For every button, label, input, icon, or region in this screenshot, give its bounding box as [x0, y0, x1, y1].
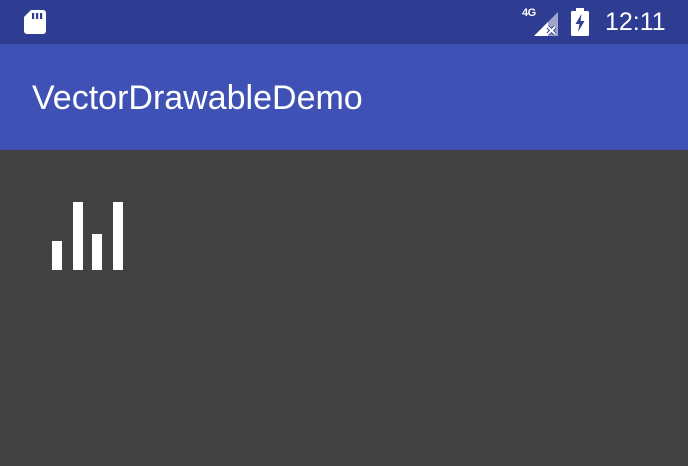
signal-bar-2 — [73, 202, 83, 270]
signal-strength-bars-icon[interactable] — [52, 202, 124, 270]
signal-triangle-icon — [534, 12, 558, 36]
main-content — [0, 150, 688, 466]
cellular-signal-icon: 4G — [522, 6, 560, 38]
signal-bar-3 — [92, 234, 102, 270]
status-clock: 12:11 — [605, 8, 666, 36]
signal-bar-4 — [113, 202, 123, 270]
app-title: VectorDrawableDemo — [32, 79, 363, 117]
sd-card-icon — [24, 10, 46, 34]
status-bar: 4G 12:11 — [0, 0, 688, 44]
battery-charging-icon — [571, 8, 589, 36]
signal-bar-1 — [52, 241, 62, 270]
app-toolbar: VectorDrawableDemo — [0, 44, 688, 150]
